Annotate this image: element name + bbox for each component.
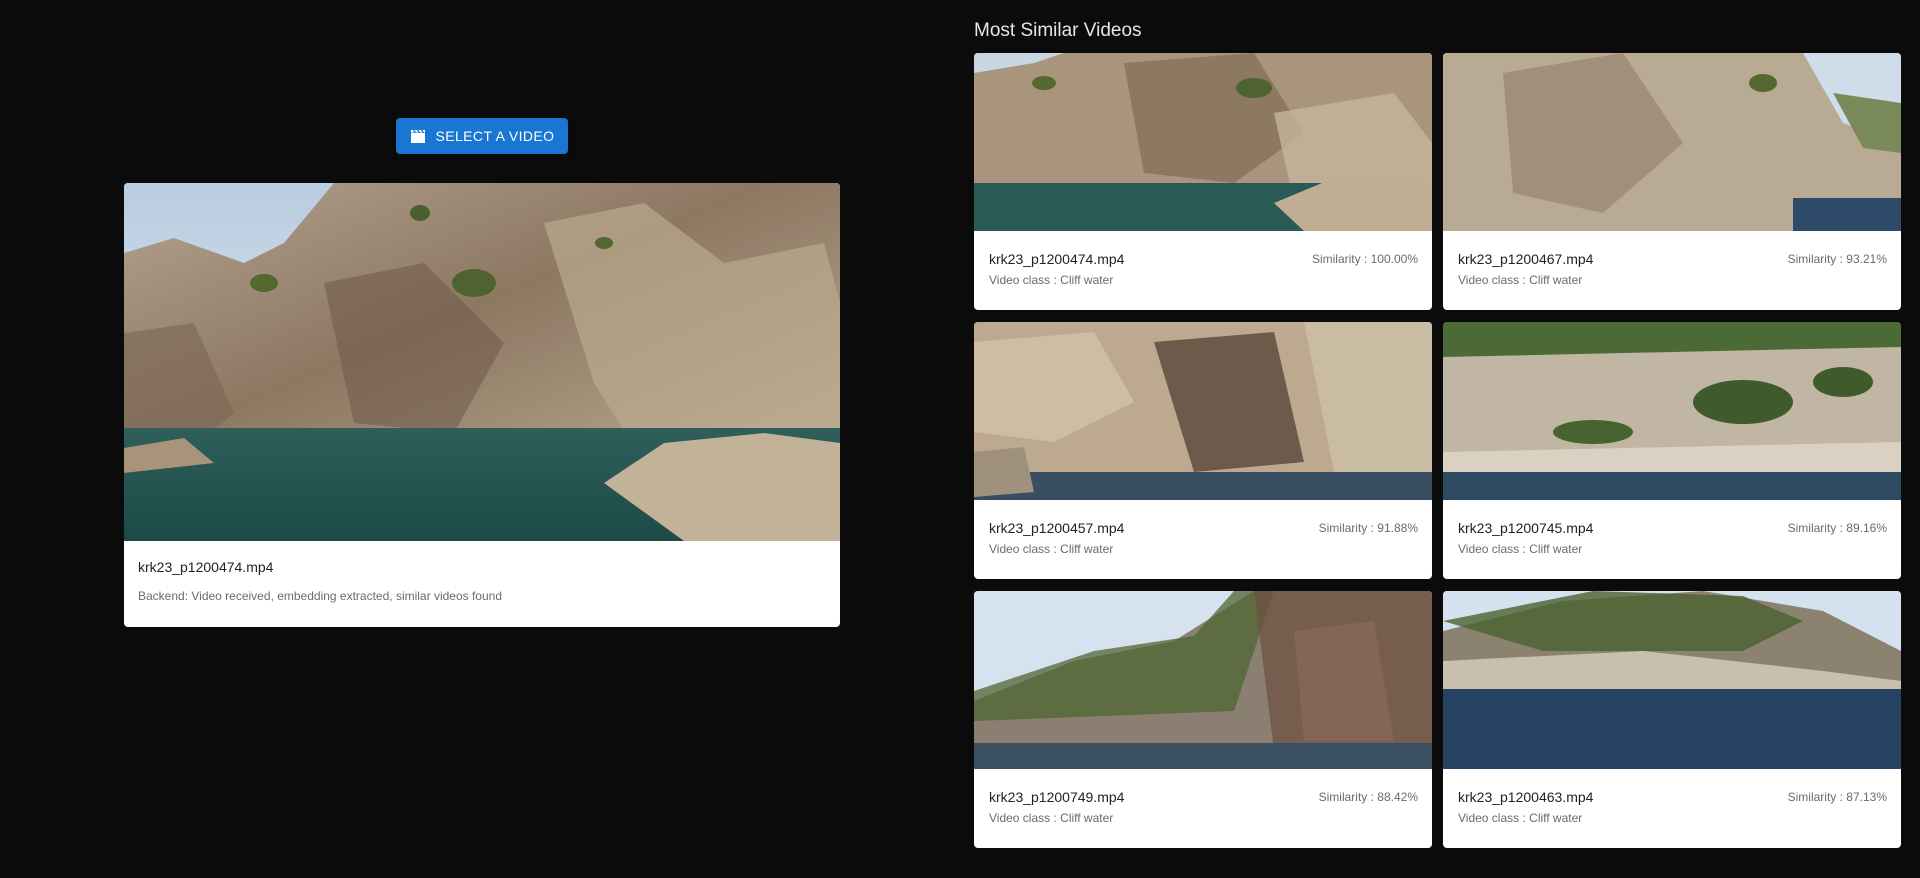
result-card[interactable]: krk23_p1200467.mp4 Similarity : 93.21% V…: [1443, 53, 1901, 310]
result-filename: krk23_p1200474.mp4: [989, 251, 1125, 267]
video-thumbnail: [974, 322, 1432, 500]
result-card[interactable]: krk23_p1200463.mp4 Similarity : 87.13% V…: [1443, 591, 1901, 848]
selected-video-card: krk23_p1200474.mp4 Backend: Video receiv…: [124, 183, 840, 627]
result-class: Video class : Cliff water: [989, 811, 1114, 825]
selected-video-thumbnail[interactable]: [124, 183, 840, 541]
results-title: Most Similar Videos: [974, 20, 1142, 41]
result-card[interactable]: krk23_p1200457.mp4 Similarity : 91.88% V…: [974, 322, 1432, 579]
result-class: Video class : Cliff water: [989, 273, 1114, 287]
video-thumbnail: [1443, 53, 1901, 231]
result-class: Video class : Cliff water: [1458, 273, 1583, 287]
result-filename: krk23_p1200467.mp4: [1458, 251, 1594, 267]
results-panel: Most Similar Videos krk23_p1200474.mp4 S…: [974, 0, 1920, 878]
video-thumbnail: [974, 53, 1432, 231]
result-filename: krk23_p1200457.mp4: [989, 520, 1125, 536]
result-card[interactable]: krk23_p1200749.mp4 Similarity : 88.42% V…: [974, 591, 1432, 848]
result-similarity: Similarity : 93.21%: [1787, 252, 1887, 266]
upload-panel: SELECT A VIDEO krk23_p1200474.mp4 Backen…: [0, 0, 964, 878]
results-grid: krk23_p1200474.mp4 Similarity : 100.00% …: [974, 53, 1901, 848]
video-thumbnail: [1443, 591, 1901, 769]
result-similarity: Similarity : 87.13%: [1787, 790, 1887, 804]
result-class: Video class : Cliff water: [1458, 811, 1583, 825]
select-video-button[interactable]: SELECT A VIDEO: [396, 118, 568, 154]
select-video-label: SELECT A VIDEO: [435, 128, 555, 144]
result-class: Video class : Cliff water: [1458, 542, 1583, 556]
result-class: Video class : Cliff water: [989, 542, 1114, 556]
video-thumbnail: [1443, 322, 1901, 500]
result-filename: krk23_p1200745.mp4: [1458, 520, 1594, 536]
result-similarity: Similarity : 91.88%: [1318, 521, 1418, 535]
clapperboard-icon: [410, 129, 425, 143]
result-card[interactable]: krk23_p1200474.mp4 Similarity : 100.00% …: [974, 53, 1432, 310]
result-similarity: Similarity : 100.00%: [1311, 252, 1418, 266]
result-card[interactable]: krk23_p1200745.mp4 Similarity : 89.16% V…: [1443, 322, 1901, 579]
backend-status-text: Backend: Video received, embedding extra…: [138, 589, 502, 603]
result-filename: krk23_p1200463.mp4: [1458, 789, 1594, 805]
video-thumbnail: [974, 591, 1432, 769]
selected-video-filename: krk23_p1200474.mp4: [138, 559, 274, 575]
result-similarity: Similarity : 89.16%: [1787, 521, 1887, 535]
result-similarity: Similarity : 88.42%: [1318, 790, 1418, 804]
result-filename: krk23_p1200749.mp4: [989, 789, 1125, 805]
